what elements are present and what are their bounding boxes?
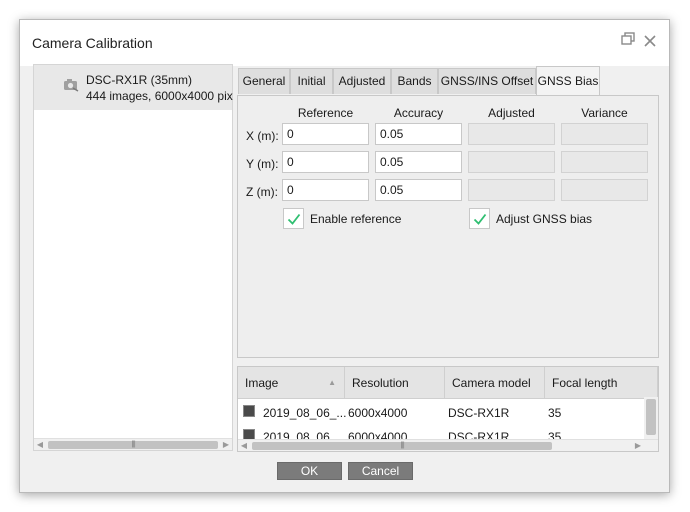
scroll-left-icon[interactable]: ◀ (238, 440, 250, 451)
tab-adjusted[interactable]: Adjusted (333, 68, 391, 94)
scroll-right-icon[interactable]: ▶ (632, 440, 644, 451)
z-reference-field[interactable]: 0 (282, 179, 369, 201)
image-table-hscrollbar[interactable]: ◀ |||| ▶ (238, 439, 658, 451)
cancel-button[interactable]: Cancel (348, 462, 413, 480)
z-label: Z (m): (246, 185, 278, 199)
scrollbar-thumb[interactable]: |||| (48, 441, 218, 449)
x-reference-field[interactable]: 0 (282, 123, 369, 145)
column-header-image[interactable]: Image ▲ (238, 367, 345, 399)
column-header-resolution[interactable]: Resolution (345, 367, 445, 399)
y-accuracy-field[interactable]: 0.05 (375, 151, 462, 173)
camera-info: 444 images, 6000x4000 pix (86, 89, 233, 103)
adjust-gnss-bias-checkbox[interactable] (469, 208, 490, 229)
y-adjusted-field (468, 151, 555, 173)
tab-initial[interactable]: Initial (290, 68, 333, 94)
image-resolution: 6000x4000 (348, 406, 408, 420)
z-accuracy-field[interactable]: 0.05 (375, 179, 462, 201)
image-name: 2019_08_06_... (263, 406, 347, 420)
y-variance-field (561, 151, 648, 173)
enable-reference-checkbox[interactable] (283, 208, 304, 229)
image-thumbnail (243, 405, 255, 417)
tab-gnss-ins-offset[interactable]: GNSS/INS Offset (438, 68, 536, 94)
image-table-vscrollbar[interactable] (644, 397, 658, 441)
title-bar: Camera Calibration (20, 20, 669, 66)
tab-general[interactable]: General (238, 68, 290, 94)
dialog-title: Camera Calibration (32, 35, 153, 51)
column-header-reference: Reference (297, 106, 354, 120)
ok-button[interactable]: OK (277, 462, 342, 480)
grip-icon: |||| (400, 442, 404, 449)
column-header-camera-model[interactable]: Camera model (445, 367, 545, 399)
restore-window-icon[interactable] (618, 32, 638, 52)
image-focal-length: 35 (548, 406, 562, 420)
header-label: Image (245, 376, 279, 390)
scrollbar-thumb[interactable]: |||| (252, 442, 552, 450)
check-icon (287, 213, 301, 225)
scroll-left-icon[interactable]: ◀ (34, 439, 46, 451)
image-camera-model: DSC-RX1R (448, 406, 510, 420)
gnss-bias-panel: Reference Accuracy Adjusted Variance X (… (237, 95, 659, 358)
column-header-variance: Variance (581, 106, 628, 120)
y-reference-field[interactable]: 0 (282, 151, 369, 173)
adjust-gnss-bias-label: Adjust GNSS bias (496, 212, 593, 226)
check-icon (473, 213, 487, 225)
sort-ascending-icon: ▲ (328, 378, 336, 387)
x-accuracy-field[interactable]: 0.05 (375, 123, 462, 145)
x-label: X (m): (246, 129, 279, 143)
camera-list-item[interactable]: DSC-RX1R (35mm) 444 images, 6000x4000 pi… (34, 65, 233, 110)
close-icon[interactable] (640, 32, 660, 52)
column-header-focal-length[interactable]: Focal length (545, 367, 658, 399)
camera-calibration-dialog: Camera Calibration DSC-RX1R (35mm) 444 i… (19, 19, 670, 493)
camera-icon (63, 78, 79, 92)
x-variance-field (561, 123, 648, 145)
camera-list-hscrollbar[interactable]: ◀ |||| ▶ (34, 438, 232, 450)
z-variance-field (561, 179, 648, 201)
image-table: Image ▲ Resolution Camera model Focal le… (237, 366, 659, 452)
grip-icon: |||| (131, 441, 135, 448)
y-label: Y (m): (246, 157, 279, 171)
tab-bands[interactable]: Bands (391, 68, 438, 94)
x-adjusted-field (468, 123, 555, 145)
camera-list: DSC-RX1R (35mm) 444 images, 6000x4000 pi… (33, 64, 233, 451)
camera-name: DSC-RX1R (35mm) (86, 73, 193, 87)
scroll-right-icon[interactable]: ▶ (220, 439, 232, 451)
column-header-adjusted: Adjusted (488, 106, 535, 120)
enable-reference-label: Enable reference (310, 212, 402, 226)
column-header-accuracy: Accuracy (393, 106, 444, 120)
z-adjusted-field (468, 179, 555, 201)
tab-gnss-bias[interactable]: GNSS Bias (536, 66, 600, 96)
scrollbar-thumb[interactable] (646, 399, 656, 435)
